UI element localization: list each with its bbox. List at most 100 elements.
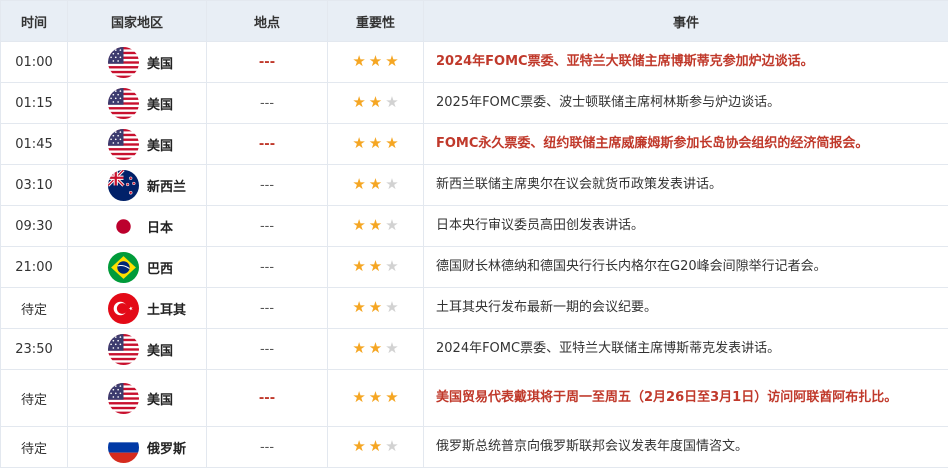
row-event: 德国财长林德纳和德国央行行长内格尔在G20峰会间隙举行记者会。 <box>423 246 948 288</box>
row-event: 俄罗斯总统普京向俄罗斯联邦会议发表年度国情咨文。 <box>423 426 948 468</box>
country-wrapper: 美国 <box>68 87 206 119</box>
table-header-row: 时间 国家地区 地点 重要性 事件 <box>0 0 948 42</box>
row-location: --- <box>206 369 328 427</box>
table-row[interactable]: 01:00 美国 --- ★ ★ ★ 2024年FOMC票委、亚特兰大联储主席博斯蒂克参加炉… <box>0 41 948 83</box>
row-country-cell: 美国 <box>67 369 207 427</box>
star-filled-icon: ★ <box>385 388 399 406</box>
country-name: 美国 <box>147 138 174 154</box>
nz-flag-icon <box>108 169 139 201</box>
star-filled-icon: ★ <box>368 339 383 357</box>
star-filled-icon: ★ <box>368 93 383 111</box>
row-location: --- <box>206 426 328 468</box>
table-row[interactable]: 01:15 美国 --- ★ ★ ★ 2025年FOMC票委、波士顿联储主席柯林斯参与炉边谈… <box>0 82 948 124</box>
star-filled-icon: ★ <box>352 298 366 316</box>
row-country-cell: 美国 <box>67 123 207 165</box>
economic-calendar-table: 时间 国家地区 地点 重要性 事件 01:00 美国 --- ★ ★ ★ 2024年FOMC… <box>0 0 948 468</box>
country-name: 俄罗斯 <box>147 441 187 457</box>
country-name: 日本 <box>147 220 174 236</box>
row-time: 03:10 <box>0 164 68 206</box>
us-flag-icon <box>108 382 139 414</box>
table-row[interactable]: 待定 俄罗斯 --- ★ ★ ★ 俄罗斯总统普京向俄罗斯联邦会议发表年度国情咨文。 <box>0 426 948 468</box>
star-filled-icon: ★ <box>368 298 383 316</box>
row-event: 新西兰联储主席奥尔在议会就货币政策发表讲话。 <box>423 164 948 206</box>
row-event: 日本央行审议委员高田创发表讲话。 <box>423 205 948 247</box>
row-importance: ★ ★ ★ <box>327 41 424 83</box>
row-time: 01:00 <box>0 41 68 83</box>
table-row[interactable]: 23:50 美国 --- ★ ★ ★ 2024年FOMC票委、亚特兰大联储主席博斯蒂克发表讲… <box>0 328 948 370</box>
row-location: --- <box>206 287 328 329</box>
us-flag-icon <box>108 333 139 365</box>
row-country-cell: 日本 <box>67 205 207 247</box>
table-row[interactable]: 03:10 新西兰 --- ★ ★ ★ 新西兰联储主席奥尔在议会就货币政策发表讲话。 <box>0 164 948 206</box>
importance-stars: ★ ★ ★ <box>352 259 398 274</box>
jp-flag-icon <box>108 210 139 242</box>
row-country-cell: 新西兰 <box>67 164 207 206</box>
table-row[interactable]: 待定 美国 --- ★ ★ ★ 美国贸易代表戴琪将于周一至周五（2月26日至3月1日）访问阿… <box>0 369 948 427</box>
country-wrapper: 美国 <box>68 382 206 414</box>
row-time: 01:15 <box>0 82 68 124</box>
row-importance: ★ ★ ★ <box>327 205 424 247</box>
table-row[interactable]: 21:00 巴西 --- ★ ★ ★ 德国财长林德纳和德国央行行长内格尔在G20峰会间隙举行… <box>0 246 948 288</box>
importance-stars: ★ ★ ★ <box>352 136 398 151</box>
country-wrapper: 日本 <box>68 210 206 242</box>
star-filled-icon: ★ <box>352 437 366 455</box>
star-filled-icon: ★ <box>368 134 383 152</box>
row-event: FOMC永久票委、纽约联储主席威廉姆斯参加长岛协会组织的经济简报会。 <box>423 123 948 165</box>
country-wrapper: 美国 <box>68 128 206 160</box>
star-empty-icon: ★ <box>385 298 399 316</box>
table-row[interactable]: 09:30 日本 --- ★ ★ ★ 日本央行审议委员高田创发表讲话。 <box>0 205 948 247</box>
row-country-cell: 美国 <box>67 41 207 83</box>
importance-stars: ★ ★ ★ <box>352 439 398 454</box>
row-country-cell: 土耳其 <box>67 287 207 329</box>
star-filled-icon: ★ <box>385 52 399 70</box>
row-importance: ★ ★ ★ <box>327 426 424 468</box>
row-location: --- <box>206 246 328 288</box>
country-wrapper: 土耳其 <box>68 292 206 324</box>
country-name: 美国 <box>147 56 174 72</box>
star-filled-icon: ★ <box>352 339 366 357</box>
row-event: 2025年FOMC票委、波士顿联储主席柯林斯参与炉边谈话。 <box>423 82 948 124</box>
us-flag-icon <box>108 128 139 160</box>
star-empty-icon: ★ <box>385 339 399 357</box>
row-event: 2024年FOMC票委、亚特兰大联储主席博斯蒂克发表讲话。 <box>423 328 948 370</box>
star-filled-icon: ★ <box>352 93 366 111</box>
star-filled-icon: ★ <box>368 437 383 455</box>
country-name: 巴西 <box>147 261 174 277</box>
country-name: 新西兰 <box>147 179 187 195</box>
row-importance: ★ ★ ★ <box>327 328 424 370</box>
row-location: --- <box>206 328 328 370</box>
country-wrapper: 美国 <box>68 333 206 365</box>
br-flag-icon <box>108 251 139 283</box>
row-time: 01:45 <box>0 123 68 165</box>
us-flag-icon <box>108 46 139 78</box>
row-time: 待定 <box>0 426 68 468</box>
row-event: 土耳其央行发布最新一期的会议纪要。 <box>423 287 948 329</box>
star-filled-icon: ★ <box>368 388 383 406</box>
table-row[interactable]: 01:45 美国 --- ★ ★ ★ FOMC永久票委、纽约联储主席威廉姆斯参加长岛协会组织… <box>0 123 948 165</box>
header-country: 国家地区 <box>67 0 207 42</box>
star-filled-icon: ★ <box>352 175 366 193</box>
row-country-cell: 俄罗斯 <box>67 426 207 468</box>
star-filled-icon: ★ <box>352 134 366 152</box>
header-time: 时间 <box>0 0 68 42</box>
star-empty-icon: ★ <box>385 257 399 275</box>
row-importance: ★ ★ ★ <box>327 164 424 206</box>
row-importance: ★ ★ ★ <box>327 123 424 165</box>
importance-stars: ★ ★ ★ <box>352 95 398 110</box>
header-location: 地点 <box>206 0 328 42</box>
row-location: --- <box>206 123 328 165</box>
star-filled-icon: ★ <box>385 134 399 152</box>
row-location: --- <box>206 41 328 83</box>
importance-stars: ★ ★ ★ <box>352 177 398 192</box>
row-time: 待定 <box>0 369 68 427</box>
star-filled-icon: ★ <box>352 388 366 406</box>
star-empty-icon: ★ <box>385 437 399 455</box>
star-empty-icon: ★ <box>385 216 399 234</box>
star-filled-icon: ★ <box>352 52 366 70</box>
row-location: --- <box>206 205 328 247</box>
country-name: 美国 <box>147 392 174 408</box>
table-row[interactable]: 待定 土耳其 --- ★ ★ ★ 土耳其央行发布最新一期的会议纪要。 <box>0 287 948 329</box>
star-filled-icon: ★ <box>352 257 366 275</box>
country-wrapper: 美国 <box>68 46 206 78</box>
row-importance: ★ ★ ★ <box>327 82 424 124</box>
